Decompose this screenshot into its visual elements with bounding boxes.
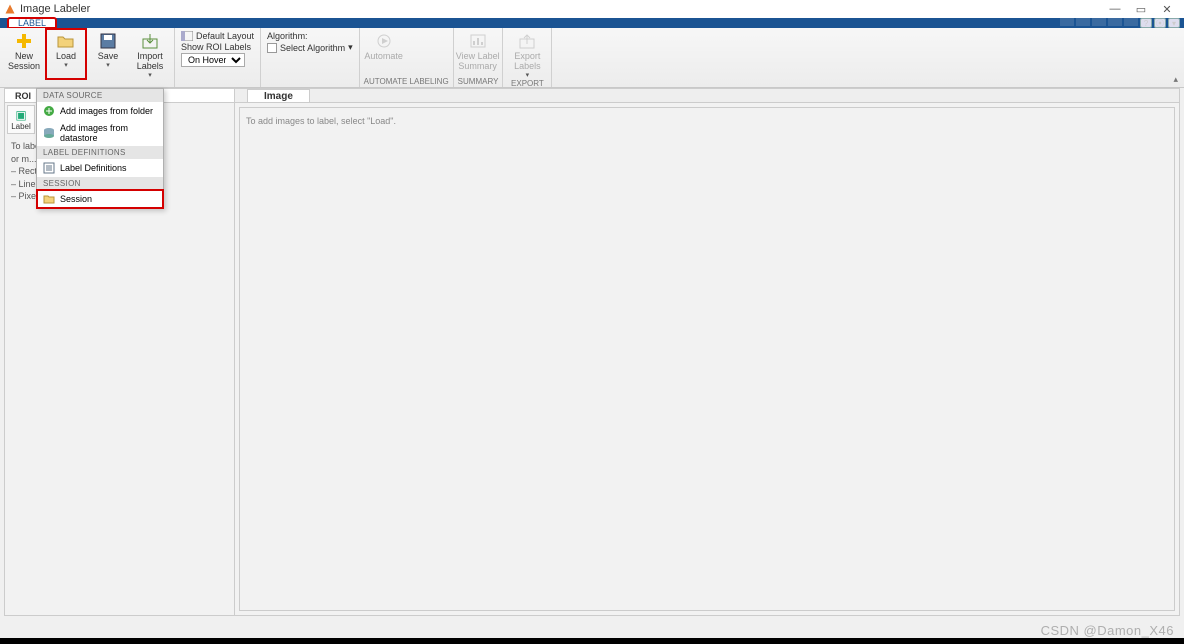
- menu-item-label: Add images from datastore: [60, 123, 157, 143]
- watermark-text: CSDN @Damon_X46: [1041, 623, 1174, 638]
- dropdown-arrow-icon: ▾: [64, 62, 68, 70]
- canvas-hint-text: To add images to label, select "Load".: [246, 116, 396, 126]
- image-canvas: To add images to label, select "Load".: [239, 107, 1175, 611]
- window-title: Image Labeler: [20, 3, 90, 15]
- group-layout-label: [179, 67, 256, 77]
- view-summary-button[interactable]: View Label Summary: [458, 29, 498, 77]
- label-tag-icon: ▣: [8, 108, 34, 122]
- new-session-button[interactable]: New Session: [4, 29, 44, 79]
- define-label-text: Label: [8, 122, 34, 131]
- qat-help2-icon[interactable]: ⦿: [1154, 18, 1166, 28]
- group-file-label: [4, 79, 170, 87]
- gear-play-icon: [374, 31, 394, 51]
- group-summary-label: SUMMARY: [458, 77, 499, 87]
- ribbon-minimize-icon[interactable]: ▴: [1173, 74, 1178, 85]
- qat-item[interactable]: [1108, 18, 1122, 26]
- window-minimize-button[interactable]: —: [1102, 3, 1128, 15]
- show-roi-select[interactable]: On Hover: [181, 53, 245, 67]
- summary-icon: [468, 31, 488, 51]
- view-summary-label: View Label Summary: [456, 52, 500, 72]
- automate-button[interactable]: Automate: [364, 29, 404, 77]
- list-icon: [43, 162, 55, 174]
- datastore-icon: [43, 127, 55, 139]
- menu-item-label: Session: [60, 194, 92, 204]
- checkbox-icon: [267, 43, 277, 53]
- select-algorithm-button[interactable]: Select Algorithm ▾: [267, 42, 353, 53]
- load-label: Load: [56, 52, 76, 62]
- algorithm-label: Algorithm:: [267, 31, 353, 41]
- menu-add-images-folder[interactable]: Add images from folder: [37, 102, 163, 120]
- ribbon-tab-label[interactable]: LABEL: [8, 18, 56, 28]
- qat-item[interactable]: [1124, 18, 1138, 26]
- app-logo-icon: [4, 3, 16, 15]
- canvas-tabs: Image: [235, 89, 1179, 103]
- default-layout-button[interactable]: Default Layout: [181, 31, 254, 41]
- layout-icon: [181, 31, 193, 41]
- import-label: Import Labels: [137, 52, 164, 72]
- dropdown-arrow-icon: ▾: [148, 72, 152, 80]
- save-button[interactable]: Save ▾: [88, 29, 128, 79]
- ribbon: New Session Load ▾ Save ▾ Import Labels …: [0, 28, 1184, 88]
- add-folder-icon: [43, 105, 55, 117]
- taskbar-sliver: [0, 638, 1184, 644]
- workspace: ROI ▣ Label To label... or m... – Rect..…: [4, 88, 1180, 616]
- qat-item[interactable]: [1092, 18, 1106, 26]
- load-button[interactable]: Load ▾: [46, 29, 86, 79]
- qat-help-icon[interactable]: ?: [1140, 18, 1152, 28]
- title-bar: Image Labeler — ▭ ✕: [0, 0, 1184, 18]
- dropdown-arrow-icon: ▾: [526, 72, 530, 80]
- quick-access-toolbar: ? ⦿ ▾: [1060, 18, 1184, 28]
- folder-icon: [43, 193, 55, 205]
- menu-add-images-datastore[interactable]: Add images from datastore: [37, 120, 163, 146]
- group-automate-label: AUTOMATE LABELING: [364, 77, 449, 87]
- import-icon: [140, 31, 160, 51]
- dropdown-header-label-defs: LABEL DEFINITIONS: [37, 146, 163, 159]
- tab-image[interactable]: Image: [247, 89, 310, 102]
- select-algorithm-label: Select Algorithm: [280, 43, 345, 53]
- folder-open-icon: [56, 31, 76, 51]
- import-labels-button[interactable]: Import Labels ▾: [130, 29, 170, 79]
- export-icon: [517, 31, 537, 51]
- image-canvas-area: Image To add images to label, select "Lo…: [235, 89, 1179, 615]
- group-algo-label: [265, 53, 355, 63]
- new-session-label: New Session: [8, 52, 40, 72]
- menu-item-label: Label Definitions: [60, 163, 127, 173]
- export-labels-button[interactable]: Export Labels ▾: [507, 29, 547, 79]
- show-roi-labels-label: Show ROI Labels: [181, 42, 254, 52]
- menu-session[interactable]: Session: [37, 190, 163, 208]
- automate-label: Automate: [364, 52, 403, 62]
- ribbon-tab-strip: LABEL ? ⦿ ▾: [0, 18, 1184, 28]
- qat-menu-icon[interactable]: ▾: [1168, 18, 1180, 28]
- dropdown-arrow-icon: ▾: [106, 62, 110, 70]
- define-label-button[interactable]: ▣ Label: [7, 105, 35, 134]
- load-dropdown-menu: DATA SOURCE Add images from folder Add i…: [36, 88, 164, 209]
- dropdown-header-session: SESSION: [37, 177, 163, 190]
- dropdown-header-data-source: DATA SOURCE: [37, 89, 163, 102]
- default-layout-label: Default Layout: [196, 31, 254, 41]
- menu-item-label: Add images from folder: [60, 106, 153, 116]
- dropdown-arrow-icon: ▾: [348, 42, 353, 53]
- export-label: Export Labels: [514, 52, 541, 72]
- plus-icon: [14, 31, 34, 51]
- window-maximize-button[interactable]: ▭: [1128, 3, 1154, 16]
- menu-label-definitions[interactable]: Label Definitions: [37, 159, 163, 177]
- window-close-button[interactable]: ✕: [1154, 3, 1180, 16]
- save-label: Save: [98, 52, 119, 62]
- qat-item[interactable]: [1060, 18, 1074, 26]
- save-icon: [98, 31, 118, 51]
- qat-item[interactable]: [1076, 18, 1090, 26]
